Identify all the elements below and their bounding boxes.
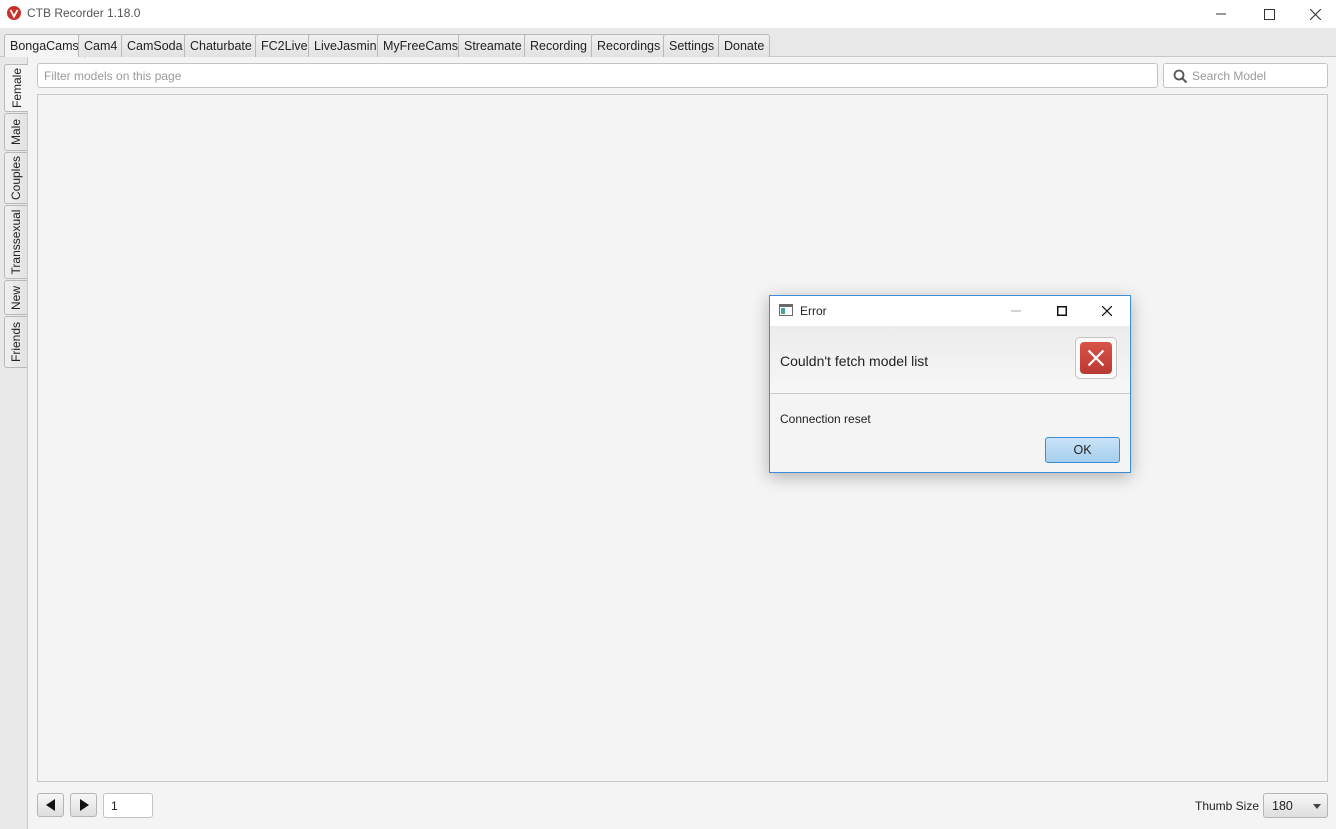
- title-bar: CTB Recorder 1.18.0: [0, 0, 1336, 28]
- model-grid: [37, 94, 1328, 782]
- error-icon-frame: [1075, 337, 1117, 379]
- tab-livejasmin[interactable]: LiveJasmin: [308, 34, 383, 57]
- side-tab-label: Male: [9, 118, 23, 146]
- close-button[interactable]: [1292, 0, 1336, 28]
- side-tab-label: New: [9, 285, 23, 310]
- search-field[interactable]: [1163, 63, 1328, 88]
- side-tab-female[interactable]: Female: [4, 64, 28, 112]
- side-tab-couples[interactable]: Couples: [4, 152, 27, 204]
- side-tab-transsexual[interactable]: Transsexual: [4, 205, 27, 279]
- triangle-left-icon: [45, 799, 55, 811]
- side-tab-label: Female: [9, 67, 24, 109]
- tab-fc2live[interactable]: FC2Live: [255, 34, 314, 57]
- dialog-header-text: Couldn't fetch model list: [780, 353, 929, 369]
- minimize-button[interactable]: [1198, 0, 1244, 28]
- dialog-minimize-button[interactable]: [994, 296, 1038, 326]
- x-mark-icon: [1087, 349, 1105, 367]
- side-tab-label: Friends: [9, 321, 23, 363]
- dialog-message: Connection reset: [780, 412, 871, 426]
- previous-page-button[interactable]: [37, 793, 64, 817]
- minimize-icon: [1011, 310, 1021, 312]
- window-title: CTB Recorder 1.18.0: [27, 6, 141, 20]
- side-tab-friends[interactable]: Friends: [4, 316, 27, 368]
- maximize-icon: [1057, 306, 1067, 316]
- side-tab-male[interactable]: Male: [4, 113, 27, 151]
- side-tab-label: Transsexual: [9, 209, 23, 275]
- category-tab-bar: Female Male Couples Transsexual New Frie…: [0, 57, 28, 829]
- app-logo-icon: [7, 6, 21, 20]
- next-page-button[interactable]: [70, 793, 97, 817]
- tab-cam4[interactable]: Cam4: [78, 34, 124, 57]
- close-icon: [1102, 306, 1112, 316]
- side-tab-new[interactable]: New: [4, 280, 27, 315]
- minimize-icon: [1216, 13, 1226, 15]
- ok-button[interactable]: OK: [1045, 437, 1120, 463]
- dialog-maximize-button[interactable]: [1040, 296, 1084, 326]
- side-tab-label: Couples: [9, 155, 23, 201]
- thumb-size-value: 180: [1272, 799, 1293, 813]
- search-icon: [1173, 69, 1188, 84]
- triangle-right-icon: [79, 799, 89, 811]
- tab-myfreecams[interactable]: MyFreeCams: [377, 34, 465, 57]
- window-icon: [779, 304, 793, 316]
- maximize-button[interactable]: [1246, 0, 1292, 28]
- thumb-size-select[interactable]: 180: [1263, 793, 1328, 818]
- maximize-icon: [1263, 8, 1275, 20]
- dialog-title: Error: [800, 304, 827, 318]
- tab-streamate[interactable]: Streamate: [458, 34, 528, 57]
- tab-settings[interactable]: Settings: [663, 34, 721, 57]
- error-icon: [1080, 342, 1112, 374]
- dialog-header: Couldn't fetch model list: [770, 326, 1130, 394]
- filter-input[interactable]: [37, 63, 1158, 88]
- search-input[interactable]: [1192, 64, 1326, 87]
- dialog-title-bar: Error: [770, 296, 1130, 326]
- site-tab-bar: BongaCams Cam4 CamSoda Chaturbate FC2Liv…: [0, 28, 1336, 58]
- dialog-close-button[interactable]: [1085, 296, 1129, 326]
- tab-recordings[interactable]: Recordings: [591, 34, 667, 57]
- tab-chaturbate[interactable]: Chaturbate: [184, 34, 258, 57]
- chevron-down-icon: [1313, 804, 1321, 809]
- tab-camsoda[interactable]: CamSoda: [121, 34, 189, 57]
- thumb-size-label: Thumb Size: [1195, 799, 1260, 813]
- tab-donate[interactable]: Donate: [718, 34, 771, 57]
- error-dialog: Error Couldn't fetch model list Connecti…: [769, 295, 1131, 473]
- page-number-input[interactable]: [103, 793, 153, 818]
- tab-recording[interactable]: Recording: [524, 34, 593, 57]
- close-icon: [1309, 8, 1321, 20]
- tab-bongacams[interactable]: BongaCams: [4, 34, 85, 58]
